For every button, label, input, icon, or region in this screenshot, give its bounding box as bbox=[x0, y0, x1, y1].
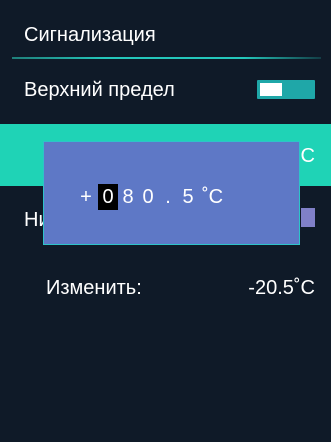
upper-limit-row[interactable]: Верхний предел bbox=[0, 60, 331, 120]
alarm-screen: Сигнализация Верхний предел C Ни Изменит… bbox=[0, 0, 331, 442]
upper-limit-toggle[interactable] bbox=[257, 80, 315, 99]
change-label: Изменить: bbox=[46, 277, 142, 299]
upper-limit-unit: C bbox=[300, 145, 315, 167]
change-row[interactable]: Изменить: -20.5˚C bbox=[0, 266, 331, 306]
decimal-point: . bbox=[165, 186, 171, 208]
digit-hundreds[interactable]: 0 bbox=[98, 184, 118, 210]
sign-digit[interactable]: + bbox=[74, 184, 98, 210]
upper-limit-label: Верхний предел bbox=[24, 79, 175, 101]
popup-unit: ˚C bbox=[202, 186, 224, 208]
value-editor-popup[interactable]: + 0 8 0 . 5 ˚C bbox=[43, 141, 300, 245]
toggle-knob bbox=[260, 83, 282, 96]
change-value: -20.5˚C bbox=[248, 277, 315, 299]
digit-tenths[interactable]: 5 bbox=[178, 184, 198, 210]
digit-tens[interactable]: 8 bbox=[118, 184, 138, 210]
lower-limit-toggle[interactable] bbox=[301, 208, 315, 227]
value-editor-digits: + 0 8 0 . 5 ˚C bbox=[74, 183, 223, 211]
digit-ones[interactable]: 0 bbox=[138, 184, 158, 210]
screen-title: Сигнализация bbox=[24, 24, 156, 46]
title-divider bbox=[12, 57, 321, 59]
